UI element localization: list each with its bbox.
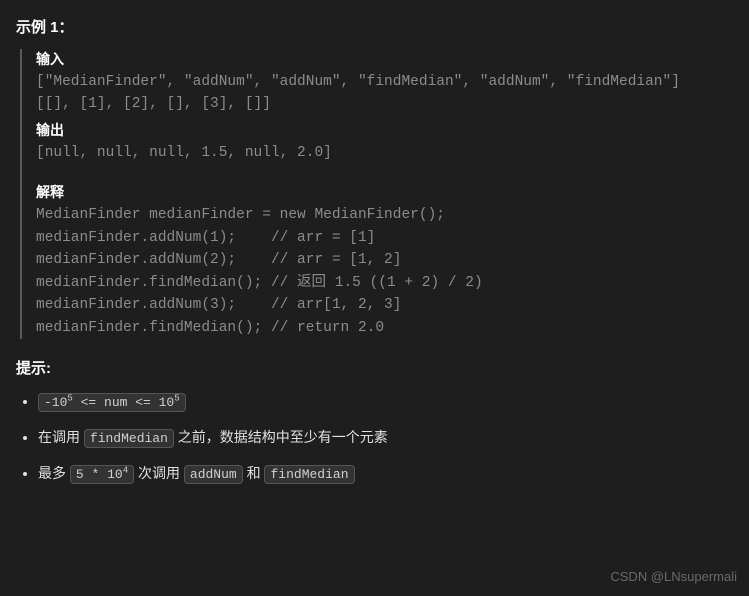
hint2-text-after: 之前，数据结构中至少有一个元素: [178, 429, 388, 445]
hint3-code1: 5 * 104: [70, 465, 134, 484]
explain-line-3: medianFinder.findMedian(); // 返回 1.5 ((1…: [36, 272, 733, 294]
hint3-text1: 最多: [38, 465, 70, 481]
input-line-2: [[], [1], [2], [], [3], []]: [36, 93, 733, 115]
input-label: 输入: [36, 49, 733, 69]
explain-line-0: MedianFinder medianFinder = new MedianFi…: [36, 204, 733, 226]
example-block: 输入 ["MedianFinder", "addNum", "addNum", …: [20, 49, 733, 339]
explain-line-1: medianFinder.addNum(1); // arr = [1]: [36, 227, 733, 249]
output-label: 输出: [36, 120, 733, 140]
hints-list: -105 <= num <= 105 在调用 findMedian 之前，数据结…: [16, 390, 733, 485]
hint3-text2: 次调用: [138, 465, 184, 481]
hint2-code: findMedian: [84, 429, 174, 448]
hint1-code: -105 <= num <= 105: [38, 393, 186, 412]
hint3-code2: addNum: [184, 465, 243, 484]
hint-item-3: 最多 5 * 104 次调用 addNum 和 findMedian: [38, 462, 733, 486]
output-line: [null, null, null, 1.5, null, 2.0]: [36, 142, 733, 164]
watermark: CSDN @LNsupermali: [610, 569, 737, 584]
explain-label: 解释: [36, 182, 733, 202]
explain-line-2: medianFinder.addNum(2); // arr = [1, 2]: [36, 249, 733, 271]
hint2-text-before: 在调用: [38, 429, 84, 445]
hints-heading: 提示:: [16, 357, 733, 378]
input-line-1: ["MedianFinder", "addNum", "addNum", "fi…: [36, 71, 733, 93]
hint3-text3: 和: [247, 465, 265, 481]
hint-item-2: 在调用 findMedian 之前，数据结构中至少有一个元素: [38, 426, 733, 450]
explain-line-5: medianFinder.findMedian(); // return 2.0: [36, 317, 733, 339]
example-heading: 示例 1：: [16, 16, 733, 37]
hint-item-1: -105 <= num <= 105: [38, 390, 733, 414]
explain-line-4: medianFinder.addNum(3); // arr[1, 2, 3]: [36, 294, 733, 316]
hint3-code3: findMedian: [264, 465, 354, 484]
